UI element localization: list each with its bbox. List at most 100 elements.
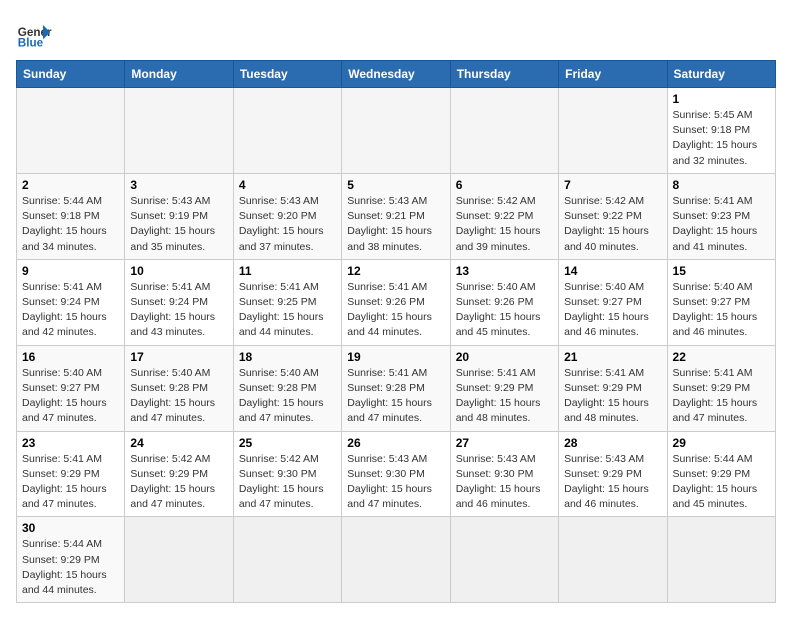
calendar-cell: 23 Sunrise: 5:41 AMSunset: 9:29 PMDayligh… (17, 431, 125, 517)
day-info: Sunrise: 5:41 AMSunset: 9:25 PMDaylight:… (239, 280, 336, 341)
day-info: Sunrise: 5:41 AMSunset: 9:29 PMDaylight:… (673, 366, 770, 427)
day-number: 17 (130, 350, 227, 364)
day-info: Sunrise: 5:40 AMSunset: 9:27 PMDaylight:… (673, 280, 770, 341)
day-info: Sunrise: 5:43 AMSunset: 9:30 PMDaylight:… (347, 452, 444, 513)
day-number: 30 (22, 521, 119, 535)
calendar-cell: 11 Sunrise: 5:41 AMSunset: 9:25 PMDayligh… (233, 259, 341, 345)
day-info: Sunrise: 5:43 AMSunset: 9:19 PMDaylight:… (130, 194, 227, 255)
week-row-2: 2Sunrise: 5:44 AMSunset: 9:18 PMDaylight… (17, 173, 776, 259)
calendar-cell (559, 88, 667, 174)
day-number: 19 (347, 350, 444, 364)
day-number: 11 (239, 264, 336, 278)
day-info: Sunrise: 5:41 AMSunset: 9:26 PMDaylight:… (347, 280, 444, 341)
calendar-cell: 20 Sunrise: 5:41 AMSunset: 9:29 PMDayligh… (450, 345, 558, 431)
calendar-cell (450, 517, 558, 603)
day-info: Sunrise: 5:43 AMSunset: 9:30 PMDaylight:… (456, 452, 553, 513)
day-info: Sunrise: 5:41 AMSunset: 9:29 PMDaylight:… (22, 452, 119, 513)
day-info: Sunrise: 5:41 AMSunset: 9:28 PMDaylight:… (347, 366, 444, 427)
day-number: 21 (564, 350, 661, 364)
weekday-header-friday: Friday (559, 61, 667, 88)
week-row-6: 30Sunrise: 5:44 AMSunset: 9:29 PMDayligh… (17, 517, 776, 603)
calendar-cell: 6 Sunrise: 5:42 AMSunset: 9:22 PMDaylight… (450, 173, 558, 259)
day-number: 16 (22, 350, 119, 364)
weekday-header-tuesday: Tuesday (233, 61, 341, 88)
day-info: Sunrise: 5:40 AMSunset: 9:27 PMDaylight:… (564, 280, 661, 341)
logo-icon: General Blue (16, 16, 52, 52)
calendar-cell: 21 Sunrise: 5:41 AMSunset: 9:29 PMDayligh… (559, 345, 667, 431)
calendar-cell (233, 517, 341, 603)
calendar-cell: 26 Sunrise: 5:43 AMSunset: 9:30 PMDayligh… (342, 431, 450, 517)
day-number: 29 (673, 436, 770, 450)
day-number: 12 (347, 264, 444, 278)
weekday-header-sunday: Sunday (17, 61, 125, 88)
calendar-cell (233, 88, 341, 174)
day-number: 4 (239, 178, 336, 192)
calendar-cell: 25 Sunrise: 5:42 AMSunset: 9:30 PMDayligh… (233, 431, 341, 517)
calendar-cell: 16Sunrise: 5:40 AMSunset: 9:27 PMDayligh… (17, 345, 125, 431)
weekday-header-thursday: Thursday (450, 61, 558, 88)
calendar-cell: 1 Sunrise: 5:45 AMSunset: 9:18 PMDaylight… (667, 88, 775, 174)
week-row-3: 9Sunrise: 5:41 AMSunset: 9:24 PMDaylight… (17, 259, 776, 345)
day-info: Sunrise: 5:42 AMSunset: 9:30 PMDaylight:… (239, 452, 336, 513)
day-info: Sunrise: 5:40 AMSunset: 9:28 PMDaylight:… (130, 366, 227, 427)
day-info: Sunrise: 5:44 AMSunset: 9:29 PMDaylight:… (673, 452, 770, 513)
week-row-1: 1 Sunrise: 5:45 AMSunset: 9:18 PMDaylight… (17, 88, 776, 174)
day-number: 9 (22, 264, 119, 278)
calendar-cell: 10Sunrise: 5:41 AMSunset: 9:24 PMDayligh… (125, 259, 233, 345)
svg-text:Blue: Blue (18, 37, 44, 50)
calendar-cell: 3 Sunrise: 5:43 AMSunset: 9:19 PMDaylight… (125, 173, 233, 259)
day-number: 26 (347, 436, 444, 450)
calendar-cell (125, 88, 233, 174)
calendar-cell: 5Sunrise: 5:43 AMSunset: 9:21 PMDaylight… (342, 173, 450, 259)
week-row-4: 16Sunrise: 5:40 AMSunset: 9:27 PMDayligh… (17, 345, 776, 431)
day-info: Sunrise: 5:42 AMSunset: 9:22 PMDaylight:… (456, 194, 553, 255)
day-number: 3 (130, 178, 227, 192)
day-number: 1 (673, 92, 770, 106)
day-number: 14 (564, 264, 661, 278)
calendar-cell (559, 517, 667, 603)
calendar-cell: 30Sunrise: 5:44 AMSunset: 9:29 PMDayligh… (17, 517, 125, 603)
calendar-cell: 17 Sunrise: 5:40 AMSunset: 9:28 PMDayligh… (125, 345, 233, 431)
day-number: 28 (564, 436, 661, 450)
day-number: 27 (456, 436, 553, 450)
calendar-cell (342, 88, 450, 174)
calendar-cell: 14 Sunrise: 5:40 AMSunset: 9:27 PMDayligh… (559, 259, 667, 345)
day-number: 23 (22, 436, 119, 450)
calendar-cell (450, 88, 558, 174)
day-number: 15 (673, 264, 770, 278)
calendar-cell: 28 Sunrise: 5:43 AMSunset: 9:29 PMDayligh… (559, 431, 667, 517)
calendar-cell: 19 Sunrise: 5:41 AMSunset: 9:28 PMDayligh… (342, 345, 450, 431)
day-info: Sunrise: 5:42 AMSunset: 9:22 PMDaylight:… (564, 194, 661, 255)
day-info: Sunrise: 5:40 AMSunset: 9:28 PMDaylight:… (239, 366, 336, 427)
calendar-cell: 2Sunrise: 5:44 AMSunset: 9:18 PMDaylight… (17, 173, 125, 259)
calendar-cell: 7 Sunrise: 5:42 AMSunset: 9:22 PMDaylight… (559, 173, 667, 259)
day-info: Sunrise: 5:41 AMSunset: 9:29 PMDaylight:… (456, 366, 553, 427)
day-number: 2 (22, 178, 119, 192)
day-number: 7 (564, 178, 661, 192)
logo: General Blue (16, 16, 52, 52)
calendar-cell: 18 Sunrise: 5:40 AMSunset: 9:28 PMDayligh… (233, 345, 341, 431)
day-number: 22 (673, 350, 770, 364)
day-info: Sunrise: 5:42 AMSunset: 9:29 PMDaylight:… (130, 452, 227, 513)
day-number: 8 (673, 178, 770, 192)
day-number: 25 (239, 436, 336, 450)
day-info: Sunrise: 5:41 AMSunset: 9:29 PMDaylight:… (564, 366, 661, 427)
day-number: 24 (130, 436, 227, 450)
calendar-cell (667, 517, 775, 603)
day-number: 6 (456, 178, 553, 192)
weekday-header-saturday: Saturday (667, 61, 775, 88)
day-info: Sunrise: 5:43 AMSunset: 9:20 PMDaylight:… (239, 194, 336, 255)
calendar-cell: 9Sunrise: 5:41 AMSunset: 9:24 PMDaylight… (17, 259, 125, 345)
calendar-cell (17, 88, 125, 174)
day-number: 5 (347, 178, 444, 192)
day-info: Sunrise: 5:45 AMSunset: 9:18 PMDaylight:… (673, 108, 770, 169)
calendar-cell: 12 Sunrise: 5:41 AMSunset: 9:26 PMDayligh… (342, 259, 450, 345)
calendar-cell (342, 517, 450, 603)
week-row-5: 23 Sunrise: 5:41 AMSunset: 9:29 PMDayligh… (17, 431, 776, 517)
day-number: 18 (239, 350, 336, 364)
calendar-cell: 15 Sunrise: 5:40 AMSunset: 9:27 PMDayligh… (667, 259, 775, 345)
calendar-cell: 13Sunrise: 5:40 AMSunset: 9:26 PMDayligh… (450, 259, 558, 345)
day-info: Sunrise: 5:43 AMSunset: 9:29 PMDaylight:… (564, 452, 661, 513)
calendar-cell: 8Sunrise: 5:41 AMSunset: 9:23 PMDaylight… (667, 173, 775, 259)
day-number: 20 (456, 350, 553, 364)
